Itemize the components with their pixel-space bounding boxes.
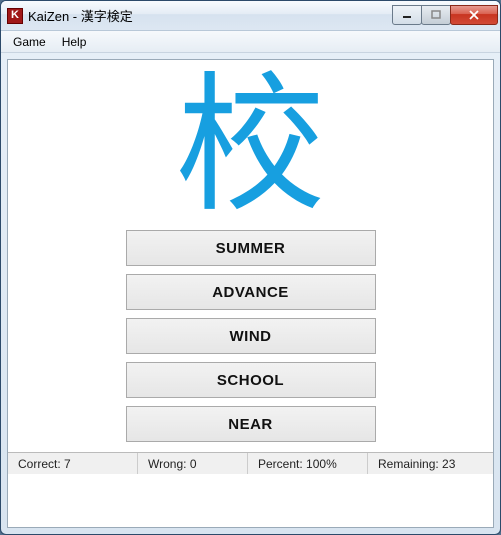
answer-option-5[interactable]: NEAR — [126, 406, 376, 442]
status-remaining-value: 23 — [442, 457, 455, 471]
status-correct-label: Correct: — [18, 457, 61, 471]
close-button[interactable] — [450, 5, 498, 25]
status-percent-value: 100% — [306, 457, 337, 471]
answer-list: SUMMER ADVANCE WIND SCHOOL NEAR — [8, 226, 493, 452]
minimize-button[interactable] — [392, 5, 422, 25]
menu-help[interactable]: Help — [54, 33, 95, 51]
status-wrong-label: Wrong: — [148, 457, 186, 471]
kanji-display: 校 — [8, 60, 493, 226]
titlebar[interactable]: K KaiZen - 漢字検定 — [1, 1, 500, 31]
status-percent: Percent: 100% — [248, 453, 368, 474]
maximize-button[interactable] — [421, 5, 451, 25]
status-wrong: Wrong: 0 — [138, 453, 248, 474]
answer-option-4[interactable]: SCHOOL — [126, 362, 376, 398]
answer-option-2[interactable]: ADVANCE — [126, 274, 376, 310]
answer-option-3[interactable]: WIND — [126, 318, 376, 354]
menu-game[interactable]: Game — [5, 33, 54, 51]
app-icon: K — [7, 8, 23, 24]
window-title: KaiZen - 漢字検定 — [28, 6, 393, 25]
status-correct: Correct: 7 — [8, 453, 138, 474]
statusbar: Correct: 7 Wrong: 0 Percent: 100% Remain… — [8, 452, 493, 474]
status-percent-label: Percent: — [258, 457, 303, 471]
status-remaining: Remaining: 23 — [368, 453, 493, 474]
app-window: K KaiZen - 漢字検定 Game Help 校 SUMMER ADVAN… — [0, 0, 501, 535]
kanji-glyph: 校 — [8, 70, 493, 220]
answer-option-1[interactable]: SUMMER — [126, 230, 376, 266]
client-area: 校 SUMMER ADVANCE WIND SCHOOL NEAR Correc… — [7, 59, 494, 528]
status-correct-value: 7 — [64, 457, 71, 471]
menubar: Game Help — [1, 31, 500, 53]
window-controls — [393, 5, 498, 25]
status-wrong-value: 0 — [190, 457, 197, 471]
status-remaining-label: Remaining: — [378, 457, 439, 471]
